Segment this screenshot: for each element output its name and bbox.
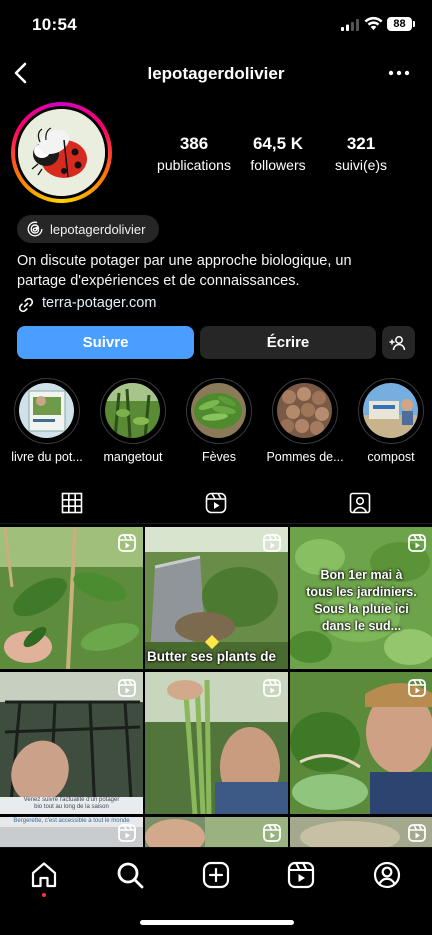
highlight-label: compost bbox=[367, 450, 415, 464]
posts-count-label: publications bbox=[157, 157, 231, 173]
more-dots-icon[interactable] bbox=[386, 64, 412, 82]
grid-icon bbox=[61, 492, 83, 514]
post-caption: Bergerette, c'est accessible à tout le m… bbox=[13, 818, 130, 824]
tabs-divider bbox=[0, 523, 432, 524]
add-user-icon bbox=[389, 336, 406, 351]
reel-badge-icon bbox=[408, 679, 426, 697]
highlight-thumbnail bbox=[105, 383, 160, 438]
signal-icon bbox=[341, 19, 359, 31]
caption-line: Bon 1er mai à bbox=[320, 568, 403, 582]
bio-line: On discute potager par une approche biol… bbox=[17, 253, 352, 269]
follow-button[interactable]: Suivre bbox=[17, 326, 194, 359]
search-icon[interactable] bbox=[115, 860, 145, 890]
caption-line: dans le sud... bbox=[321, 619, 402, 633]
reel-badge-icon bbox=[263, 534, 281, 552]
grid-post[interactable] bbox=[145, 672, 288, 814]
grid-post[interactable]: Butter ses plants de bbox=[145, 527, 288, 669]
reel-badge-icon bbox=[408, 534, 426, 552]
create-icon[interactable] bbox=[201, 860, 231, 890]
highlight-thumbnail bbox=[277, 383, 332, 438]
home-indicator bbox=[140, 920, 294, 925]
status-bar: 10:54 88 bbox=[0, 0, 432, 50]
battery-icon: 88 bbox=[387, 17, 415, 31]
threads-badge[interactable]: lepotagerdolivier bbox=[17, 215, 159, 243]
reel-badge-icon bbox=[263, 824, 281, 842]
profile-tabs bbox=[0, 484, 432, 524]
link-icon bbox=[18, 297, 34, 313]
followers-count[interactable]: 64,5 K followers bbox=[240, 134, 316, 173]
page-title: lepotagerdolivier bbox=[147, 64, 285, 83]
grid-post[interactable]: Bon 1er mai à tous les jardiniers. Sous … bbox=[290, 527, 432, 669]
grid-post[interactable] bbox=[290, 817, 432, 847]
posts-count-value: 386 bbox=[179, 134, 209, 153]
reel-badge-icon bbox=[118, 534, 136, 552]
following-count-value: 321 bbox=[346, 134, 376, 153]
grid-post[interactable] bbox=[290, 672, 432, 814]
caption-line: bio tout au long de la saison bbox=[34, 804, 109, 810]
caption-line: Venez suivre l'actualité d'un potager bbox=[23, 797, 120, 803]
highlight-mangetout[interactable]: mangetout bbox=[100, 378, 166, 464]
reel-badge-icon bbox=[118, 824, 136, 842]
reel-badge-icon bbox=[408, 824, 426, 842]
reel-badge-icon bbox=[263, 679, 281, 697]
posts-grid: Butter ses plants de Bon 1er mai à tous … bbox=[0, 527, 432, 847]
followers-count-value: 64,5 K bbox=[252, 134, 304, 153]
profile-bio: On discute potager par une approche biol… bbox=[17, 251, 417, 291]
caption-line: Sous la pluie ici bbox=[314, 602, 409, 616]
threads-icon bbox=[27, 221, 43, 237]
highlight-pommes-de-terre[interactable]: Pommes de... bbox=[266, 378, 344, 464]
highlight-compost[interactable]: compost bbox=[358, 378, 424, 464]
post-caption: Bon 1er mai à tous les jardiniers. Sous … bbox=[290, 567, 432, 635]
grid-post[interactable]: Venez suivre l'actualité d'un potager bi… bbox=[0, 672, 143, 814]
following-count[interactable]: 321 suivi(e)s bbox=[326, 134, 396, 173]
reels-icon bbox=[205, 492, 227, 514]
post-caption: Venez suivre l'actualité d'un potager bi… bbox=[0, 797, 143, 811]
threads-handle: lepotagerdolivier bbox=[50, 222, 146, 237]
grid-post[interactable] bbox=[0, 527, 143, 669]
grid-post[interactable]: Bergerette, c'est accessible à tout le m… bbox=[0, 817, 143, 847]
followers-count-label: followers bbox=[250, 157, 306, 173]
tab-reels[interactable] bbox=[144, 484, 288, 524]
following-count-label: suivi(e)s bbox=[334, 157, 388, 173]
highlight-thumbnail bbox=[363, 383, 418, 438]
caption-line: tous les jardiniers. bbox=[306, 585, 417, 599]
highlight-thumbnail bbox=[191, 383, 246, 438]
status-time: 10:54 bbox=[32, 15, 77, 34]
profile-icon[interactable] bbox=[372, 860, 402, 890]
post-caption: Butter ses plants de bbox=[147, 649, 277, 664]
ladybug-logo-icon bbox=[18, 109, 105, 196]
highlight-thumbnail bbox=[19, 383, 74, 438]
highlight-livre[interactable]: livre du pot... bbox=[11, 378, 83, 464]
profile-header: lepotagerdolivier bbox=[0, 52, 432, 96]
grid-post[interactable] bbox=[145, 817, 288, 847]
add-user-button[interactable] bbox=[382, 326, 415, 359]
notification-dot bbox=[42, 893, 46, 897]
posts-count[interactable]: 386 publications bbox=[152, 134, 236, 173]
story-ring[interactable] bbox=[11, 102, 112, 203]
bio-line: partage d'expériences et de connaissance… bbox=[17, 273, 300, 289]
tab-tagged[interactable] bbox=[288, 484, 432, 524]
reels-icon[interactable] bbox=[286, 860, 316, 890]
wifi-icon bbox=[364, 16, 383, 31]
website-url: terra-potager.com bbox=[42, 295, 157, 311]
home-icon[interactable] bbox=[29, 860, 59, 890]
tagged-icon bbox=[349, 492, 371, 514]
message-button[interactable]: Écrire bbox=[200, 326, 376, 359]
highlight-feves[interactable]: Fèves bbox=[186, 378, 252, 464]
avatar bbox=[18, 109, 105, 196]
reel-badge-icon bbox=[118, 679, 136, 697]
tab-grid[interactable] bbox=[0, 484, 144, 524]
